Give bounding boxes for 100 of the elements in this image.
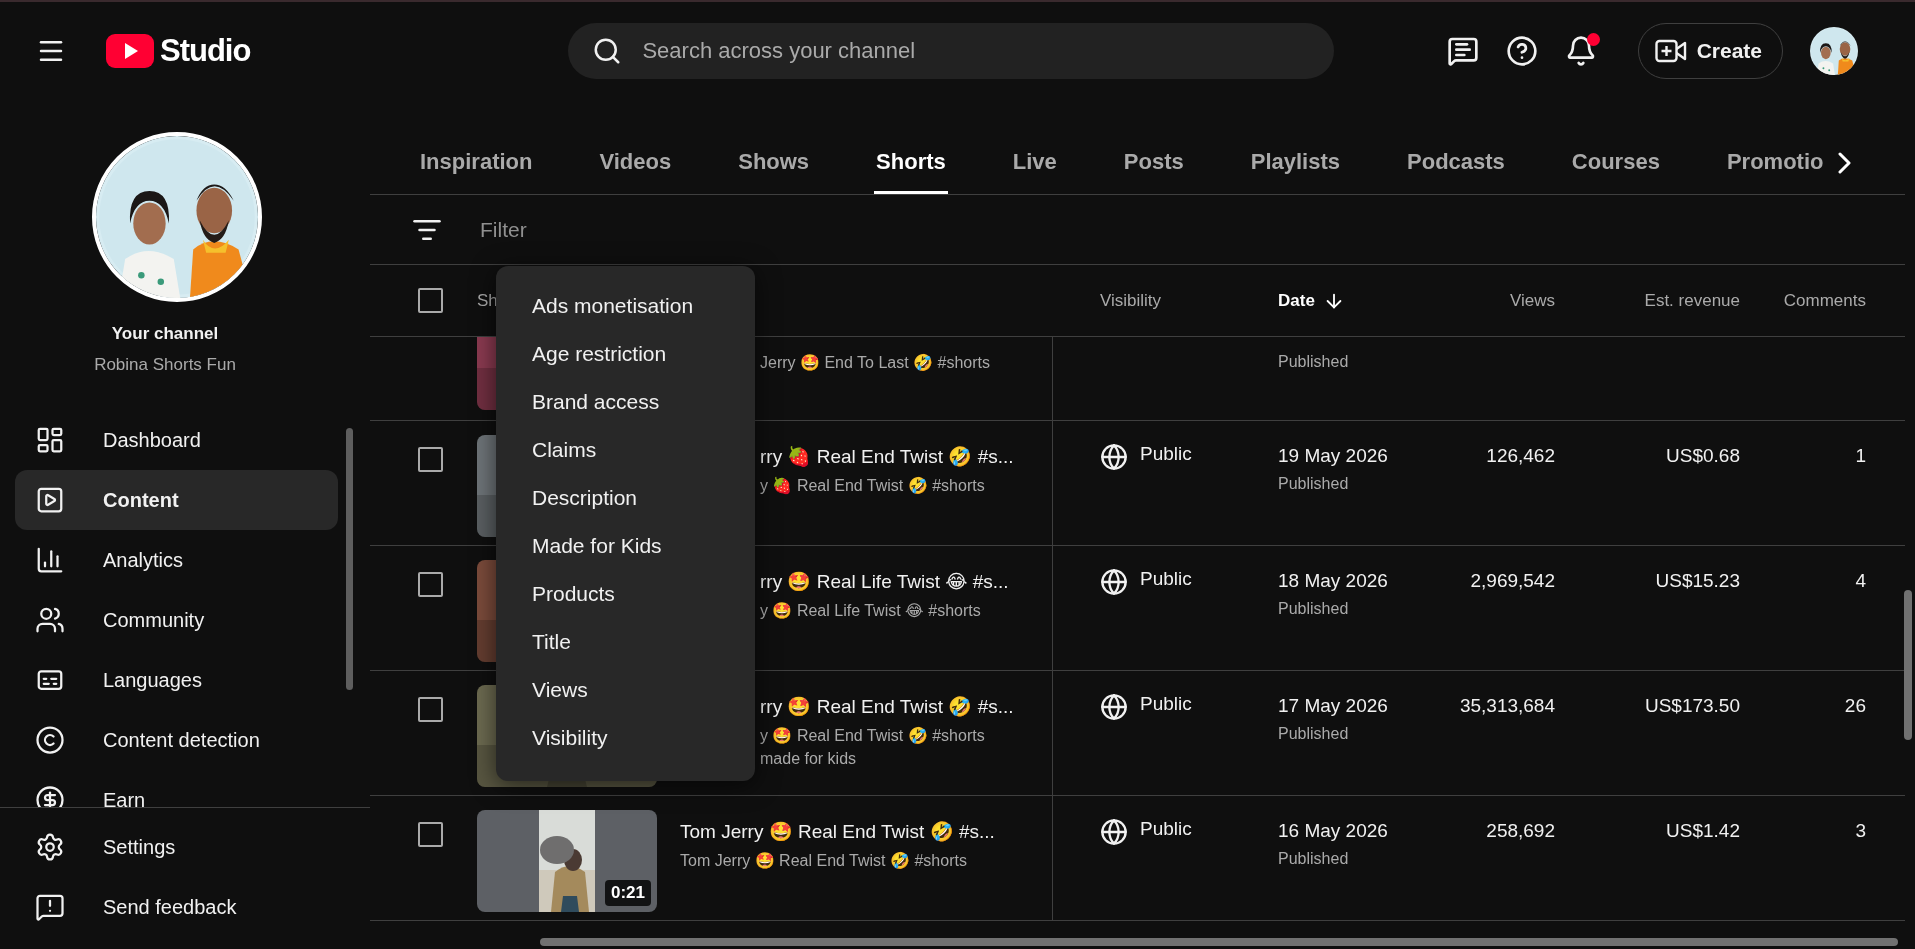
filter-field[interactable]: Filter — [478, 216, 878, 243]
nav-item[interactable]: Content — [15, 470, 338, 530]
globe-icon — [1100, 443, 1128, 471]
visibility-text[interactable]: Public — [1140, 693, 1192, 715]
nav-item[interactable]: Community — [15, 590, 338, 650]
menu-item[interactable]: Views — [496, 666, 755, 714]
account-avatar[interactable] — [1810, 27, 1858, 75]
visibility-text[interactable]: Public — [1140, 443, 1192, 465]
feedback-icon — [35, 892, 65, 922]
menu-item[interactable]: Products — [496, 570, 755, 618]
chevron-right-icon — [1838, 152, 1853, 174]
scrollbar[interactable] — [540, 938, 1898, 946]
nav-item[interactable]: Content detection — [15, 710, 338, 770]
video-description: y 🍓 Real End Twist 🤣 #shorts — [760, 476, 985, 495]
checkbox[interactable] — [418, 447, 443, 472]
tab[interactable]: Shows — [736, 132, 812, 194]
menu-item[interactable]: Description — [496, 474, 755, 522]
duration-badge: 0:21 — [604, 880, 651, 906]
nav-item[interactable]: Settings — [15, 817, 338, 877]
nav-item[interactable]: Send feedback — [15, 877, 338, 937]
comments-count: 3 — [1855, 820, 1866, 842]
scrollbar[interactable] — [1904, 590, 1912, 740]
date-text: 16 May 2026 — [1278, 820, 1388, 842]
globe-icon — [1100, 693, 1128, 721]
help-button[interactable] — [1505, 35, 1538, 67]
column-header[interactable]: Date — [1278, 289, 1345, 312]
dollar-icon — [35, 785, 65, 807]
column-header[interactable]: Est. revenue — [1644, 290, 1740, 311]
tab[interactable]: Promotio — [1724, 132, 1826, 194]
tab[interactable]: Courses — [1569, 132, 1662, 194]
nav-item[interactable]: Analytics — [15, 530, 338, 590]
video-title[interactable]: rry 🤩 Real End Twist 🤣 #s... — [760, 695, 1014, 718]
people-icon — [35, 605, 65, 635]
revenue-amount: US$173.50 — [1644, 695, 1740, 717]
video-title[interactable]: rry 🤩 Real Life Twist 😂 #s... — [760, 570, 1009, 593]
video-description: y 🤩 Real End Twist 🤣 #shorts — [760, 726, 985, 745]
menu-item[interactable]: Visibility — [496, 714, 755, 762]
checkbox[interactable] — [418, 288, 443, 313]
menu-item[interactable]: Made for Kids — [496, 522, 755, 570]
bar-chart-icon — [35, 545, 65, 575]
checkbox[interactable] — [418, 822, 443, 847]
feedback-sparkle-button[interactable] — [1446, 35, 1479, 67]
copyright-icon — [35, 725, 65, 755]
views-count: 2,969,542 — [1470, 570, 1555, 592]
date-text: 18 May 2026 — [1278, 570, 1388, 592]
revenue-amount: US$1.42 — [1666, 820, 1740, 842]
nav-item[interactable]: Earn — [15, 770, 338, 807]
status-text: Published — [1278, 353, 1349, 371]
video-description: y 🤩 Real Life Twist 😂 #shorts — [760, 601, 981, 620]
column-header[interactable]: Views — [1509, 290, 1555, 311]
comments-count: 1 — [1855, 445, 1866, 467]
logo-icon — [106, 34, 154, 68]
video-plus-icon — [1654, 39, 1687, 63]
column-header[interactable]: Visibility — [1100, 290, 1162, 311]
nav-item[interactable]: Dashboard — [15, 410, 338, 470]
status-text: Published — [1278, 475, 1349, 493]
menu-item[interactable]: Title — [496, 618, 755, 666]
visibility-text[interactable]: Public — [1140, 818, 1192, 840]
video-description: Jerry 🤩 End To Last 🤣 #shorts — [760, 353, 990, 372]
search-input[interactable]: Search across your channel — [640, 37, 1311, 65]
globe-icon — [1100, 568, 1128, 596]
status-text: Published — [1278, 600, 1349, 618]
column-header[interactable]: Comments — [1783, 290, 1866, 311]
visibility-text[interactable]: Public — [1140, 568, 1192, 590]
revenue-amount: US$0.68 — [1666, 445, 1740, 467]
menu-item[interactable]: Ads monetisation — [496, 282, 755, 330]
search-bar[interactable]: Search across your channel — [568, 23, 1335, 79]
channel-name: Robina Shorts Fun — [94, 355, 236, 375]
status-text: Published — [1278, 850, 1349, 868]
dashboard-icon — [35, 425, 65, 455]
menu-item[interactable]: Claims — [496, 426, 755, 474]
studio-logo[interactable]: Studio — [106, 33, 251, 69]
video-description: Tom Jerry 🤩 Real End Twist 🤣 #shorts — [680, 851, 967, 870]
comments-count: 26 — [1844, 695, 1866, 717]
date-text: 17 May 2026 — [1278, 695, 1388, 717]
views-count: 35,313,684 — [1459, 695, 1555, 717]
tab[interactable]: Videos — [597, 132, 674, 194]
revenue-amount: US$15.23 — [1655, 570, 1740, 592]
channel-title: Your channel — [111, 324, 219, 344]
checkbox[interactable] — [418, 697, 443, 722]
views-count: 126,462 — [1486, 445, 1555, 467]
logo-text: Studio — [160, 33, 251, 69]
tab[interactable]: Podcasts — [1405, 132, 1507, 194]
nav-item[interactable]: Languages — [15, 650, 338, 710]
checkbox[interactable] — [418, 572, 443, 597]
menu-item[interactable]: Brand access — [496, 378, 755, 426]
tab[interactable]: Live — [1010, 132, 1059, 194]
menu-item[interactable]: Age restriction — [496, 330, 755, 378]
video-title[interactable]: rry 🍓 Real End Twist 🤣 #s... — [760, 445, 1014, 468]
tab[interactable]: Shorts — [874, 132, 948, 194]
tab[interactable]: Inspiration — [418, 132, 535, 194]
audience-note: made for kids — [760, 750, 857, 768]
views-count: 258,692 — [1486, 820, 1555, 842]
scrollbar[interactable] — [346, 428, 353, 690]
status-text: Published — [1278, 725, 1349, 743]
comments-count: 4 — [1855, 570, 1866, 592]
play-icon — [35, 485, 65, 515]
video-title[interactable]: Tom Jerry 🤩 Real End Twist 🤣 #s... — [680, 820, 995, 843]
tab[interactable]: Posts — [1121, 132, 1186, 194]
tab[interactable]: Playlists — [1248, 132, 1343, 194]
